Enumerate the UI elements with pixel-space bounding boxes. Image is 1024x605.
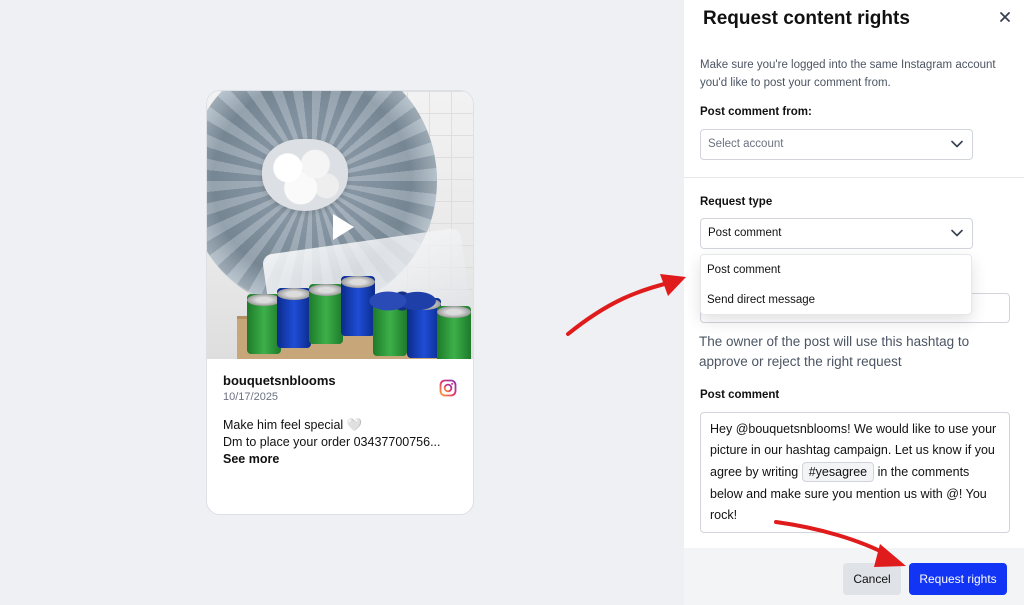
media-cans xyxy=(247,266,473,359)
account-select[interactable]: Select account xyxy=(700,129,973,160)
account-select-value: Select account xyxy=(708,138,784,150)
request-type-label: Request type xyxy=(700,196,773,208)
can xyxy=(309,284,343,344)
caption-line: Make him feel special 🤍 xyxy=(223,418,363,432)
request-type-value: Post comment xyxy=(708,227,782,239)
section-divider xyxy=(684,177,1024,178)
chevron-down-icon xyxy=(951,140,963,148)
caption-line: Dm to place your order 03437700756... xyxy=(223,435,441,449)
post-from-label: Post comment from: xyxy=(700,106,812,118)
hashtag-hint: The owner of the post will use this hash… xyxy=(699,334,970,369)
can xyxy=(277,288,311,348)
post-date: 10/17/2025 xyxy=(223,391,279,403)
panel-title: Request content rights xyxy=(703,8,910,29)
post-username: bouquetsnblooms xyxy=(223,373,336,388)
comment-textarea[interactable]: Hey @bouquetsnblooms! We would like to u… xyxy=(700,412,1010,533)
dropdown-option-post-comment[interactable]: Post comment xyxy=(701,255,971,285)
close-icon[interactable] xyxy=(998,10,1012,24)
instagram-icon[interactable] xyxy=(439,379,457,397)
panel-intro: Make sure you're logged into the same In… xyxy=(700,59,996,89)
chevron-down-icon xyxy=(951,229,963,237)
post-comment-label: Post comment xyxy=(700,389,780,401)
see-more-link[interactable]: See more xyxy=(223,451,457,468)
post-meta: bouquetsnblooms 10/17/2025 Make him feel… xyxy=(207,359,473,468)
media-ribbon-bow xyxy=(367,276,437,326)
hashtag-chip: #yesagree xyxy=(801,462,875,482)
post-card[interactable]: bouquetsnblooms 10/17/2025 Make him feel… xyxy=(206,90,474,515)
request-rights-panel: Request content rights Make sure you're … xyxy=(684,0,1024,605)
request-type-select[interactable]: Post comment xyxy=(700,218,973,249)
cancel-button[interactable]: Cancel xyxy=(843,563,901,595)
panel-footer: Cancel Request rights xyxy=(684,548,1024,605)
request-type-dropdown: Post comment Send direct message xyxy=(700,254,972,315)
media-roses xyxy=(262,139,348,211)
post-media[interactable] xyxy=(207,91,473,359)
request-rights-button[interactable]: Request rights xyxy=(909,563,1007,595)
can xyxy=(437,306,471,359)
play-icon[interactable] xyxy=(321,207,361,247)
dropdown-option-send-dm[interactable]: Send direct message xyxy=(701,285,971,315)
post-caption: Make him feel special 🤍 Dm to place your… xyxy=(223,417,457,468)
can xyxy=(247,294,281,354)
